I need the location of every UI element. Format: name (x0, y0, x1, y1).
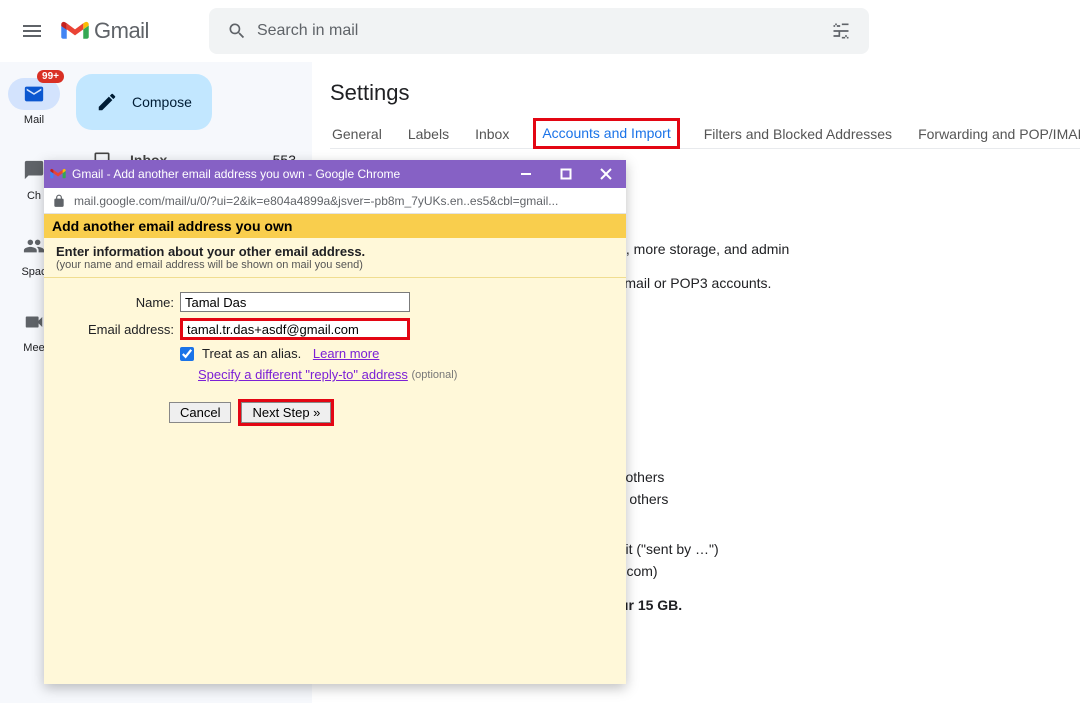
popup-url: mail.google.com/mail/u/0/?ui=2&ik=e804a4… (74, 194, 558, 208)
popup-title: Gmail - Add another email address you ow… (72, 167, 506, 181)
tab-inbox[interactable]: Inbox (473, 120, 511, 148)
name-input[interactable] (180, 292, 410, 312)
close-icon (600, 168, 612, 180)
tab-forwarding[interactable]: Forwarding and POP/IMAP (916, 120, 1080, 148)
rail-chat-label: Ch (27, 190, 41, 202)
compose-button[interactable]: Compose (76, 74, 212, 130)
window-minimize-button[interactable] (506, 160, 546, 188)
meet-icon (23, 311, 45, 333)
gmail-brand[interactable]: Gmail (60, 18, 149, 44)
gmail-logo-icon (60, 20, 90, 42)
next-step-button[interactable]: Next Step » (241, 402, 331, 423)
window-maximize-button[interactable] (546, 160, 586, 188)
compose-label: Compose (132, 94, 192, 110)
email-input[interactable] (180, 318, 410, 340)
chat-icon (23, 159, 45, 181)
maximize-icon (560, 168, 572, 180)
search-bar[interactable]: Search in mail (209, 8, 869, 54)
gmail-favicon-icon (50, 166, 66, 182)
rail-meet-label: Mee (23, 342, 44, 354)
email-label: Email address: (54, 322, 180, 337)
reply-to-link[interactable]: Specify a different "reply-to" address (198, 367, 408, 382)
alias-checkbox[interactable] (180, 347, 194, 361)
rail-mail-label: Mail (24, 114, 44, 126)
popup-instruction-2: (your name and email address will be sho… (56, 259, 626, 271)
rail-spaces-label: Spac (21, 266, 46, 278)
learn-more-link[interactable]: Learn more (313, 346, 379, 361)
window-close-button[interactable] (586, 160, 626, 188)
rail-mail[interactable]: 99+ Mail (8, 78, 60, 126)
main-menu-button[interactable] (8, 7, 56, 55)
brand-text: Gmail (94, 18, 149, 44)
pencil-icon (96, 91, 118, 113)
cancel-button[interactable]: Cancel (169, 402, 231, 423)
search-icon[interactable] (217, 11, 257, 51)
popup-address-bar[interactable]: mail.google.com/mail/u/0/?ui=2&ik=e804a4… (44, 188, 626, 214)
search-placeholder: Search in mail (257, 22, 821, 40)
search-options-icon[interactable] (821, 11, 861, 51)
settings-tabs: General Labels Inbox Accounts and Import… (330, 120, 1080, 149)
mail-icon (23, 83, 45, 105)
popup-instruction-1: Enter information about your other email… (56, 244, 626, 259)
spaces-icon (23, 235, 45, 257)
popup-titlebar[interactable]: Gmail - Add another email address you ow… (44, 160, 626, 188)
popup-window: Gmail - Add another email address you ow… (44, 160, 626, 684)
tab-filters[interactable]: Filters and Blocked Addresses (702, 120, 894, 148)
optional-note: (optional) (412, 369, 458, 381)
name-label: Name: (54, 295, 180, 310)
lock-icon (52, 194, 66, 208)
minimize-icon (520, 168, 532, 180)
mail-badge: 99+ (37, 70, 64, 83)
tab-labels[interactable]: Labels (406, 120, 451, 148)
settings-title: Settings (330, 80, 1080, 106)
tab-accounts-import[interactable]: Accounts and Import (533, 118, 679, 149)
header: Gmail Search in mail (0, 0, 1080, 62)
alias-label: Treat as an alias. (202, 346, 301, 361)
tab-general[interactable]: General (330, 120, 384, 148)
menu-icon (20, 19, 44, 43)
popup-heading: Add another email address you own (44, 214, 626, 238)
